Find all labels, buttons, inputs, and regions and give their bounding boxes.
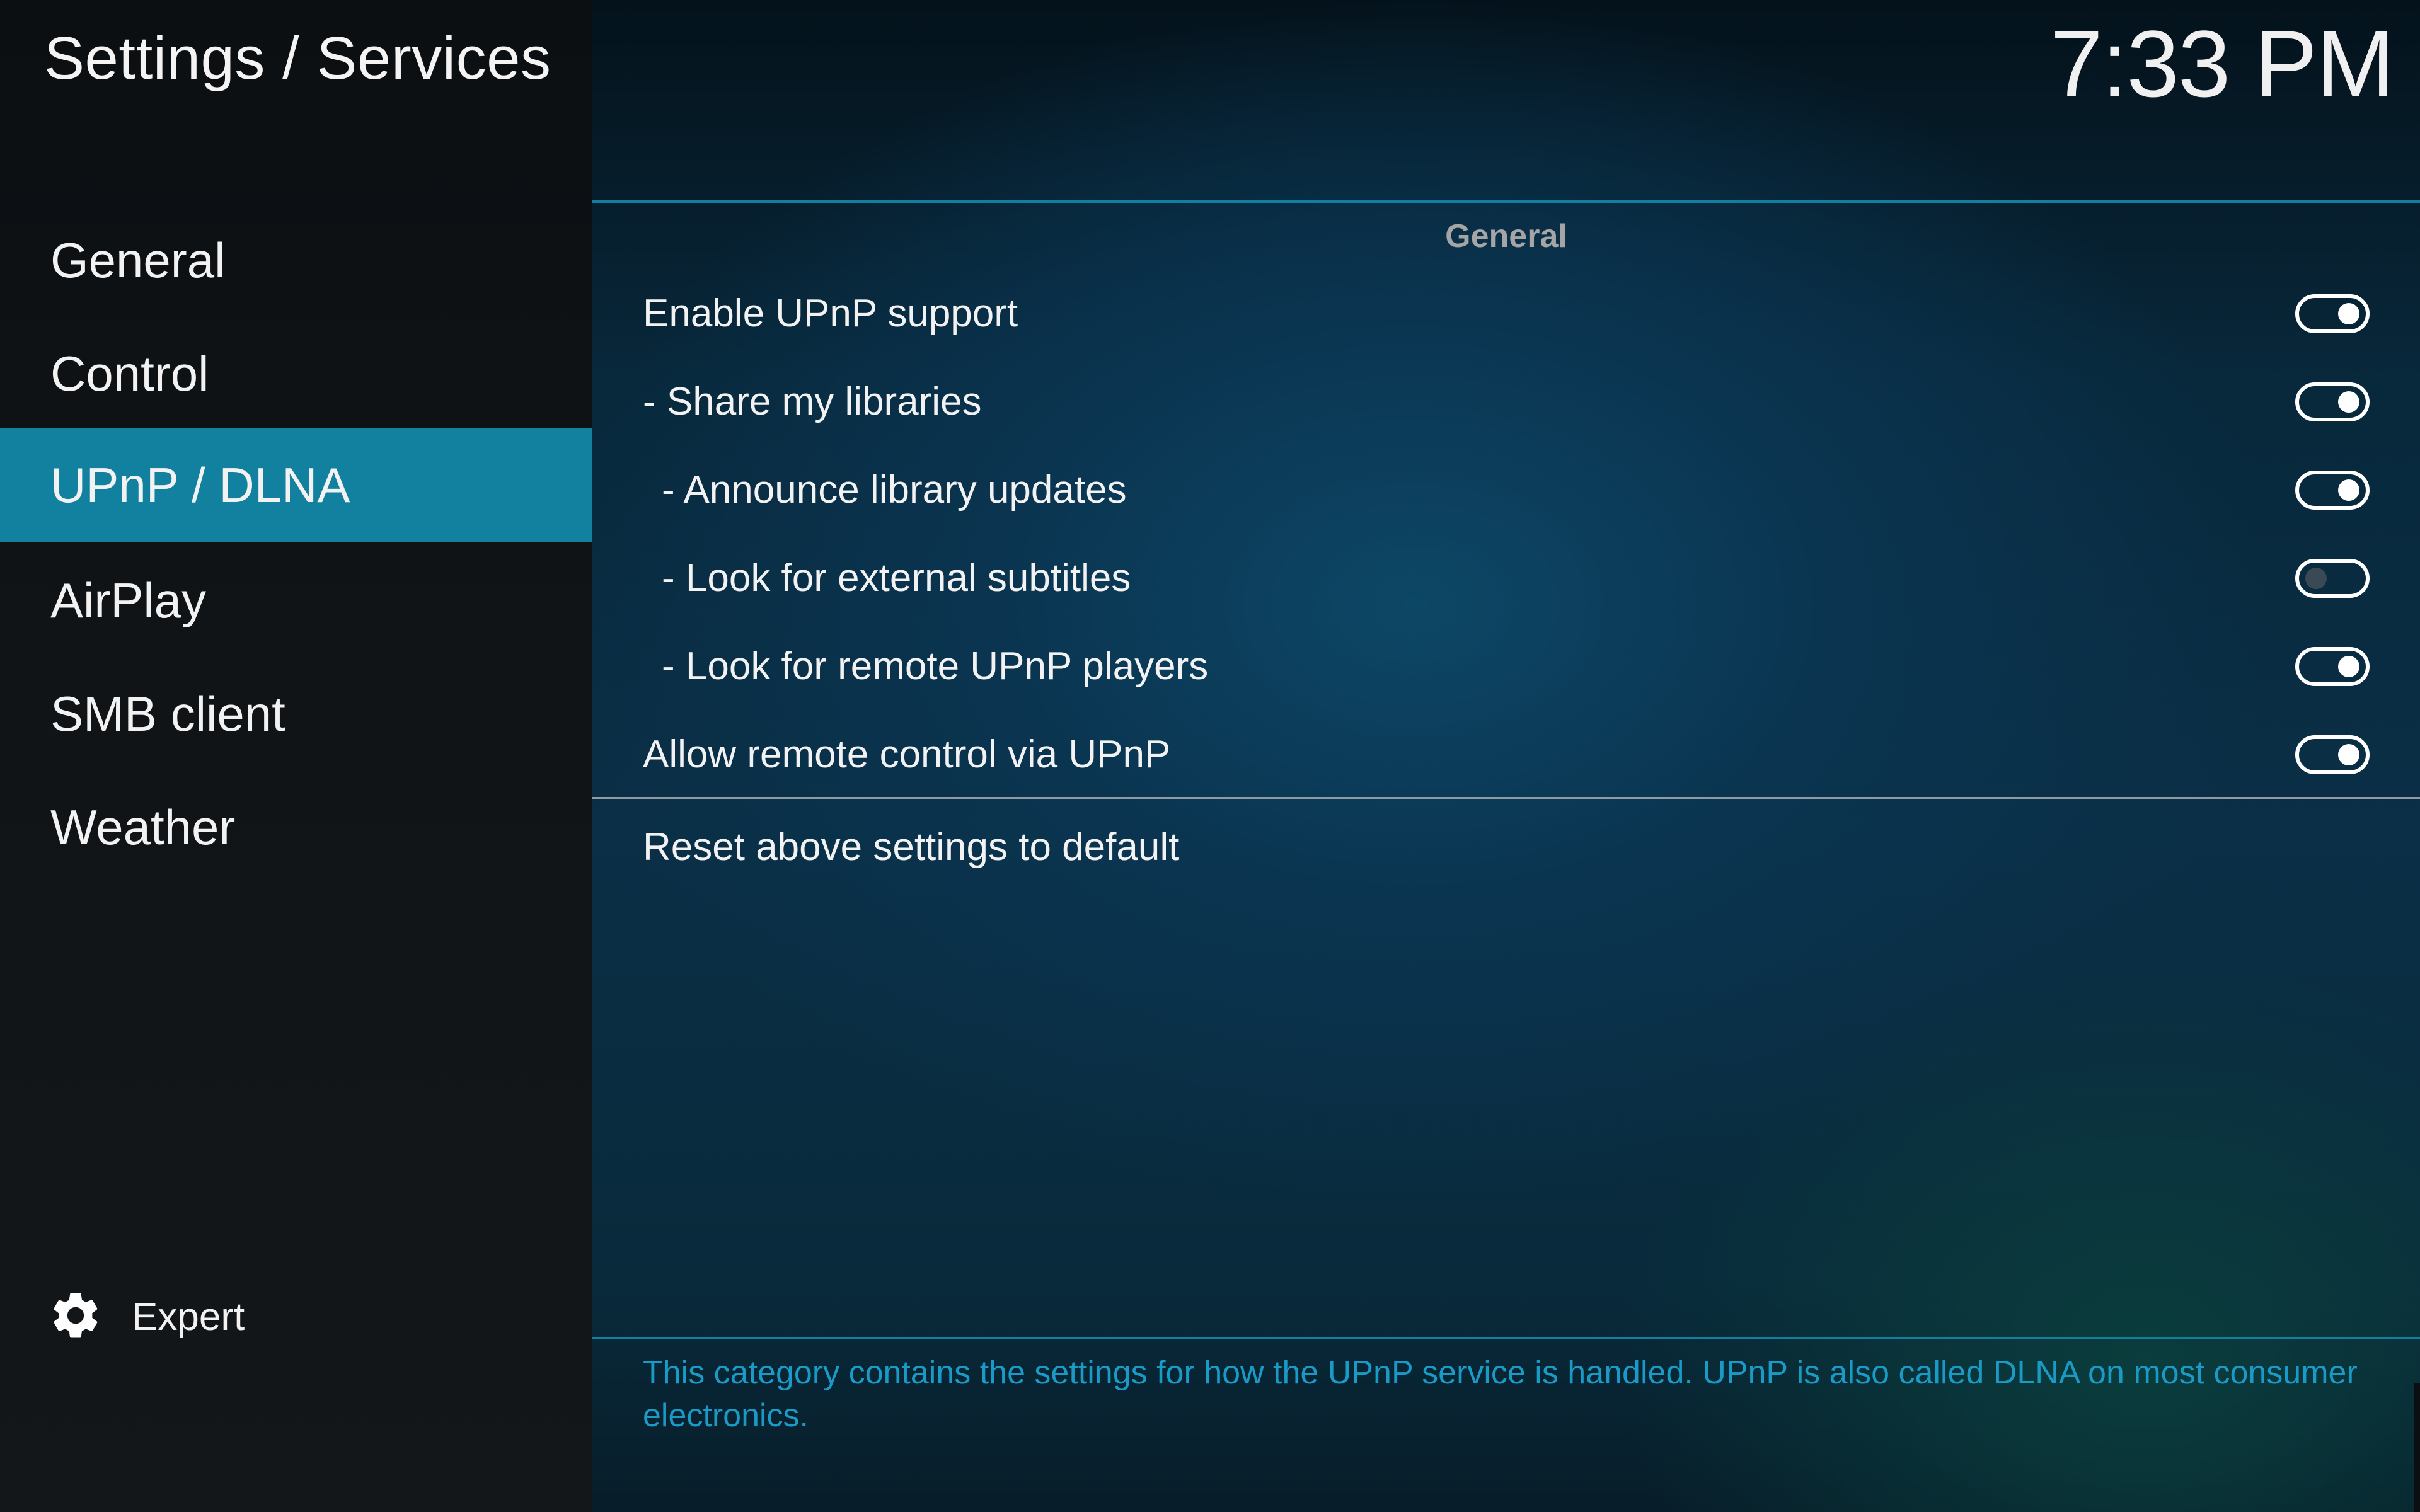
category-description: This category contains the settings for … — [643, 1354, 2358, 1434]
sidebar-item-airplay[interactable]: AirPlay — [0, 544, 592, 657]
sidebar-item-upnp-dlna[interactable]: UPnP / DLNA — [0, 428, 592, 542]
settings-divider — [592, 797, 2420, 799]
setting-label: - Announce library updates — [662, 468, 1127, 512]
toggle-knob — [2338, 744, 2360, 765]
reset-settings-button[interactable]: Reset above settings to default — [592, 803, 2420, 891]
scrollbar-edge — [2414, 1383, 2420, 1512]
setting-announce-library-updates[interactable]: - Announce library updates — [592, 446, 2420, 534]
section-heading: General — [1445, 218, 1567, 255]
sidebar-item-weather[interactable]: Weather — [0, 770, 592, 884]
setting-remote-control-upnp[interactable]: Allow remote control via UPnP — [592, 711, 2420, 799]
setting-label: - Look for remote UPnP players — [662, 644, 1209, 688]
reset-label: Reset above settings to default — [643, 825, 1180, 869]
sidebar-item-general[interactable]: General — [0, 203, 592, 317]
toggle-knob — [2338, 391, 2360, 413]
settings-window: Settings / Services General Control UPnP… — [0, 0, 2420, 1512]
toggle-switch[interactable] — [2295, 647, 2370, 686]
toggle-knob — [2338, 479, 2360, 501]
description-divider — [592, 1337, 2420, 1339]
toggle-knob — [2338, 303, 2360, 324]
top-divider — [592, 200, 2420, 203]
main-panel: 7:33 PM General Enable UPnP support - Sh… — [592, 0, 2420, 1512]
setting-label: Allow remote control via UPnP — [643, 733, 1171, 776]
gear-icon — [48, 1288, 103, 1346]
setting-label: - Look for external subtitles — [662, 556, 1131, 600]
setting-enable-upnp[interactable]: Enable UPnP support — [592, 270, 2420, 358]
toggle-switch[interactable] — [2295, 294, 2370, 333]
toggle-switch[interactable] — [2295, 559, 2370, 598]
toggle-switch[interactable] — [2295, 382, 2370, 421]
sidebar-item-smb-client[interactable]: SMB client — [0, 657, 592, 770]
expert-toggle-button[interactable]: Expert — [48, 1282, 245, 1351]
toggle-knob — [2305, 568, 2327, 589]
setting-share-libraries[interactable]: - Share my libraries — [592, 358, 2420, 446]
sidebar-item-control[interactable]: Control — [0, 317, 592, 430]
setting-remote-upnp-players[interactable]: - Look for remote UPnP players — [592, 622, 2420, 711]
sidebar: Settings / Services General Control UPnP… — [0, 0, 592, 1512]
expert-label: Expert — [132, 1295, 245, 1339]
toggle-switch[interactable] — [2295, 471, 2370, 510]
clock: 7:33 PM — [2050, 11, 2395, 117]
setting-external-subtitles[interactable]: - Look for external subtitles — [592, 534, 2420, 622]
toggle-knob — [2338, 656, 2360, 677]
setting-label: - Share my libraries — [643, 380, 982, 423]
toggle-switch[interactable] — [2295, 735, 2370, 774]
setting-label: Enable UPnP support — [643, 292, 1018, 335]
page-title: Settings / Services — [44, 25, 551, 92]
